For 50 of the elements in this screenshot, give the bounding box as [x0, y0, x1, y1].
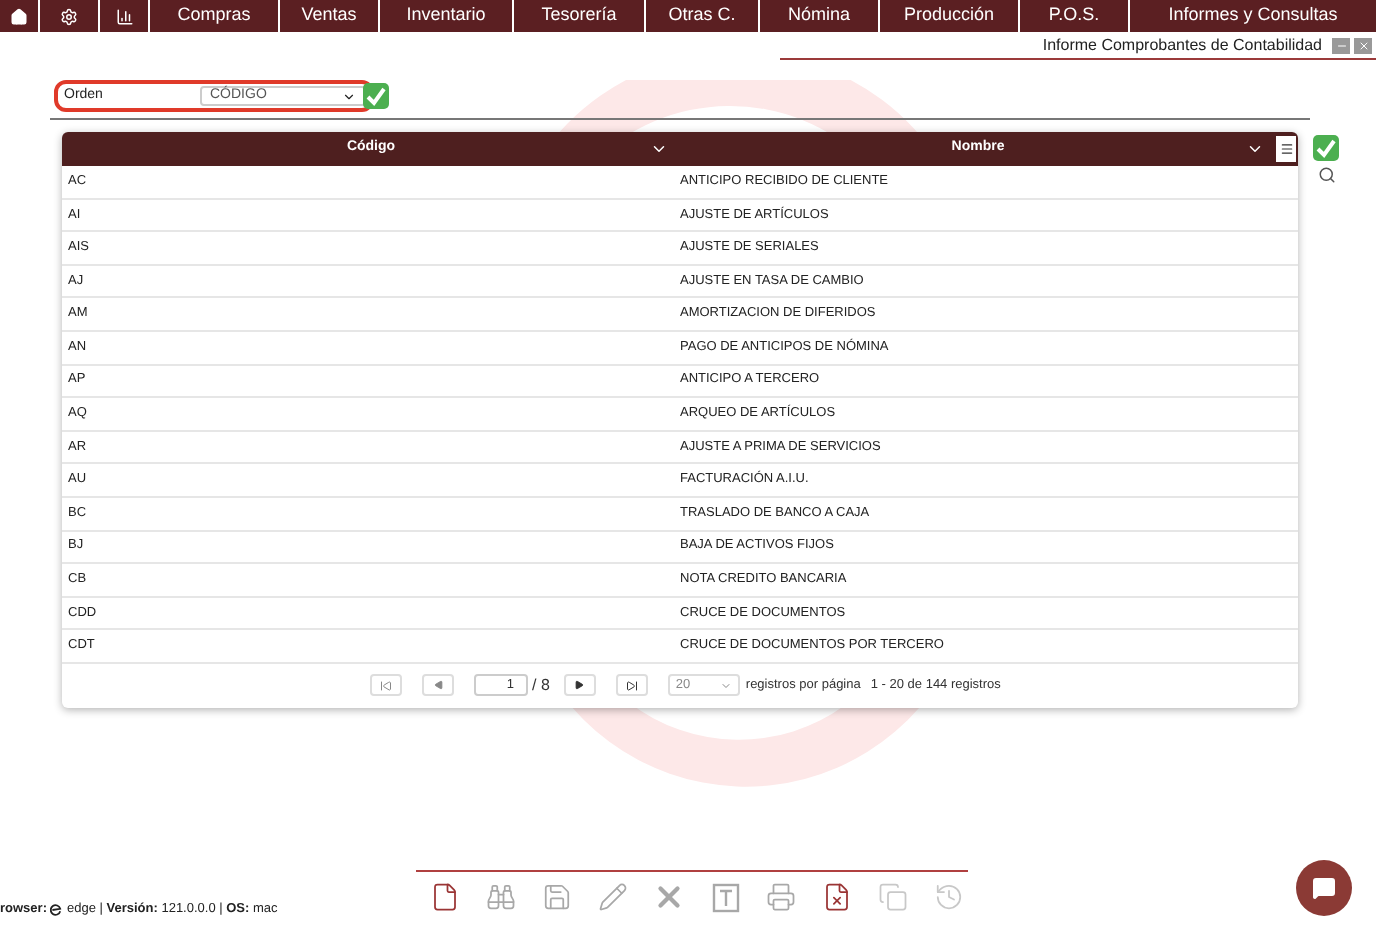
- menu-item[interactable]: Producción: [880, 0, 1020, 32]
- home-icon: [10, 7, 28, 25]
- caret-icon: [719, 679, 732, 692]
- last-page-button[interactable]: [615, 674, 648, 697]
- menu-item[interactable]: Otras C.: [646, 0, 760, 32]
- previous-page-button[interactable]: [422, 674, 454, 697]
- first-page-icon: [380, 679, 392, 692]
- pencil-icon: [598, 882, 628, 912]
- menu-item[interactable]: P.O.S.: [1020, 0, 1130, 32]
- next-page-button[interactable]: [563, 674, 596, 697]
- confirm-check-icon[interactable]: [1312, 134, 1340, 162]
- page-count: / 8: [532, 673, 550, 698]
- previous-page-icon: [433, 680, 443, 691]
- caret-icon: [342, 89, 356, 103]
- sort-caret-icon: [1246, 140, 1264, 158]
- window-title: Informe Comprobantes de Contabilidad: [1042, 34, 1322, 58]
- delete-icon: [652, 880, 686, 914]
- last-page-icon: [625, 679, 638, 692]
- menu-item[interactable]: Informes y Consultas: [1130, 0, 1376, 32]
- menu-item[interactable]: Ventas: [280, 0, 380, 32]
- binoculars-icon: [486, 882, 516, 912]
- excel-file-button[interactable]: [820, 880, 854, 914]
- excel-file-icon: [822, 882, 852, 912]
- column-menu-button[interactable]: [1276, 136, 1296, 162]
- next-page-icon: [574, 680, 585, 691]
- copy-icon: [878, 882, 908, 912]
- chat-button[interactable]: [1296, 860, 1352, 916]
- text-icon: [709, 881, 741, 913]
- menu-item[interactable]: Inventario: [380, 0, 514, 32]
- menu-item[interactable]: Compras: [150, 0, 280, 32]
- history-icon: [934, 882, 964, 912]
- menu-item[interactable]: Nómina: [760, 0, 880, 32]
- browser-icon: [50, 903, 63, 916]
- minimize-icon: [1335, 40, 1347, 52]
- printer-icon: [766, 882, 796, 912]
- menu-icon: [1279, 142, 1293, 156]
- chat-icon: [1312, 876, 1336, 900]
- minimize-button[interactable]: [1332, 38, 1350, 54]
- settings-icon: [60, 7, 78, 25]
- search-icon[interactable]: [1317, 166, 1335, 184]
- bar-chart-icon: [115, 7, 133, 25]
- menu-item[interactable]: Tesorería: [514, 0, 646, 32]
- document-icon: [430, 882, 460, 912]
- apply-check-icon[interactable]: [362, 82, 390, 110]
- document-button[interactable]: [428, 880, 462, 914]
- close-icon: [1357, 40, 1369, 52]
- close-button[interactable]: [1354, 38, 1372, 54]
- first-page-button[interactable]: [370, 674, 402, 697]
- sort-caret-icon: [650, 140, 668, 158]
- save-icon: [542, 882, 572, 912]
